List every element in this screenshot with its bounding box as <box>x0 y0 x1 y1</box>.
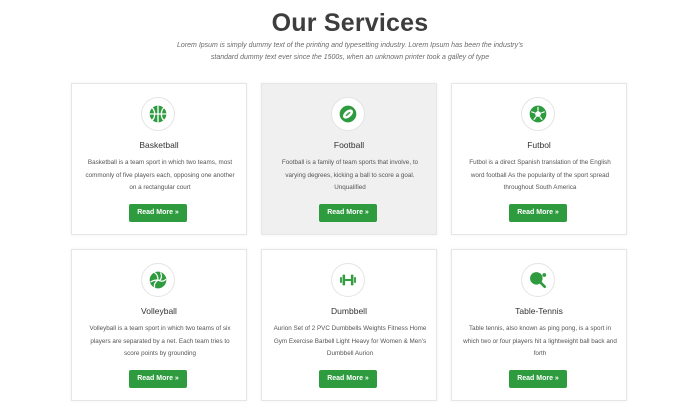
icon-badge <box>521 97 555 131</box>
read-more-button[interactable]: Read More » <box>509 204 567 222</box>
section-title: Our Services <box>271 9 429 37</box>
read-more-button[interactable]: Read More » <box>129 204 187 222</box>
volleyball-icon <box>149 271 167 289</box>
card-title: Volleyball <box>141 306 177 316</box>
service-card-dumbbell: Dumbbell Aurion Set of 2 PVC Dumbbells W… <box>261 249 437 401</box>
card-description: Aurion Set of 2 PVC Dumbbells Weights Fi… <box>273 325 427 357</box>
card-title: Futbol <box>527 140 551 150</box>
card-description: Table tennis, also known as ping pong, i… <box>463 325 617 357</box>
card-title: Dumbbell <box>331 306 367 316</box>
service-card-table-tennis: Table-Tennis Table tennis, also known as… <box>451 249 627 401</box>
card-title: Football <box>333 140 365 150</box>
services-section: Our Services Lorem Ipsum is simply dummy… <box>0 0 700 420</box>
football-icon <box>339 105 357 123</box>
read-more-button[interactable]: Read More » <box>319 370 377 388</box>
basketball-icon <box>149 105 167 123</box>
table-tennis-icon <box>530 272 547 288</box>
service-card-basketball: Basketball Basketball is a team sport in… <box>71 83 247 235</box>
card-description: Futbol is a direct Spanish translation o… <box>469 159 611 191</box>
soccer-ball-icon <box>529 105 547 123</box>
section-subtitle: Lorem Ipsum is simply dummy text of the … <box>177 42 523 61</box>
icon-badge <box>141 263 175 297</box>
service-card-football: Football Football is a family of team sp… <box>261 83 437 235</box>
read-more-button[interactable]: Read More » <box>509 370 567 388</box>
service-card-volleyball: Volleyball Volleyball is a team sport in… <box>71 249 247 401</box>
dumbbell-icon <box>340 274 356 286</box>
read-more-button[interactable]: Read More » <box>129 370 187 388</box>
card-description: Basketball is a team sport in which two … <box>85 159 235 191</box>
icon-badge <box>141 97 175 131</box>
card-description: Football is a family of team sports that… <box>281 159 419 191</box>
icon-badge <box>331 97 365 131</box>
read-more-button[interactable]: Read More » <box>319 204 377 222</box>
icon-badge <box>521 263 555 297</box>
service-card-futbol: Futbol Futbol is a direct Spanish transl… <box>451 83 627 235</box>
card-title: Table-Tennis <box>515 306 563 316</box>
icon-badge <box>331 263 365 297</box>
card-title: Basketball <box>139 140 179 150</box>
card-description: Volleyball is a team sport in which two … <box>89 325 231 357</box>
